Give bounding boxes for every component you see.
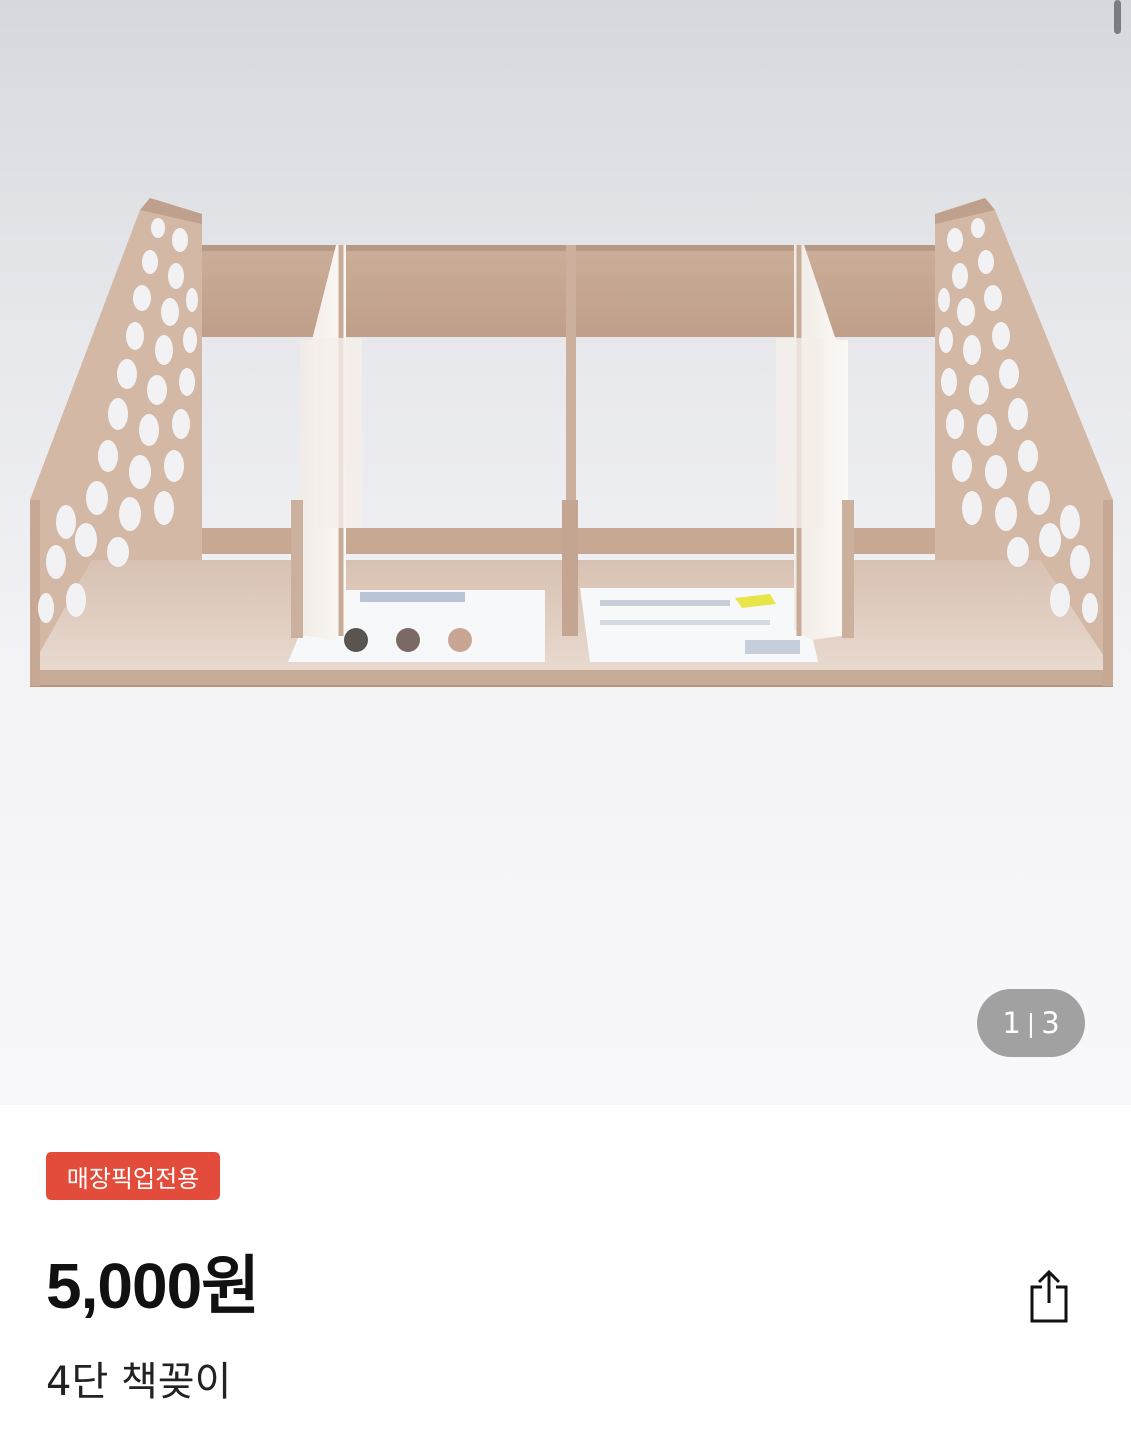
product-info: 매장픽업전용 5,000원 4단 책꽂이 (0, 1105, 1131, 1440)
share-button[interactable] (1014, 1262, 1084, 1332)
share-icon (1030, 1269, 1068, 1323)
product-image (30, 198, 1113, 687)
product-image-gallery[interactable]: 1 | 3 (0, 0, 1131, 1105)
image-page-counter: 1 | 3 (977, 989, 1085, 1057)
total-pages: 3 (1041, 1006, 1060, 1040)
scroll-indicator[interactable] (1114, 0, 1121, 34)
product-name: 4단 책꽂이 (46, 1359, 232, 1405)
current-page: 1 (1002, 1006, 1021, 1040)
page-separator: | (1026, 1008, 1036, 1038)
pickup-only-badge: 매장픽업전용 (46, 1152, 220, 1200)
product-price: 5,000원 (46, 1250, 260, 1322)
